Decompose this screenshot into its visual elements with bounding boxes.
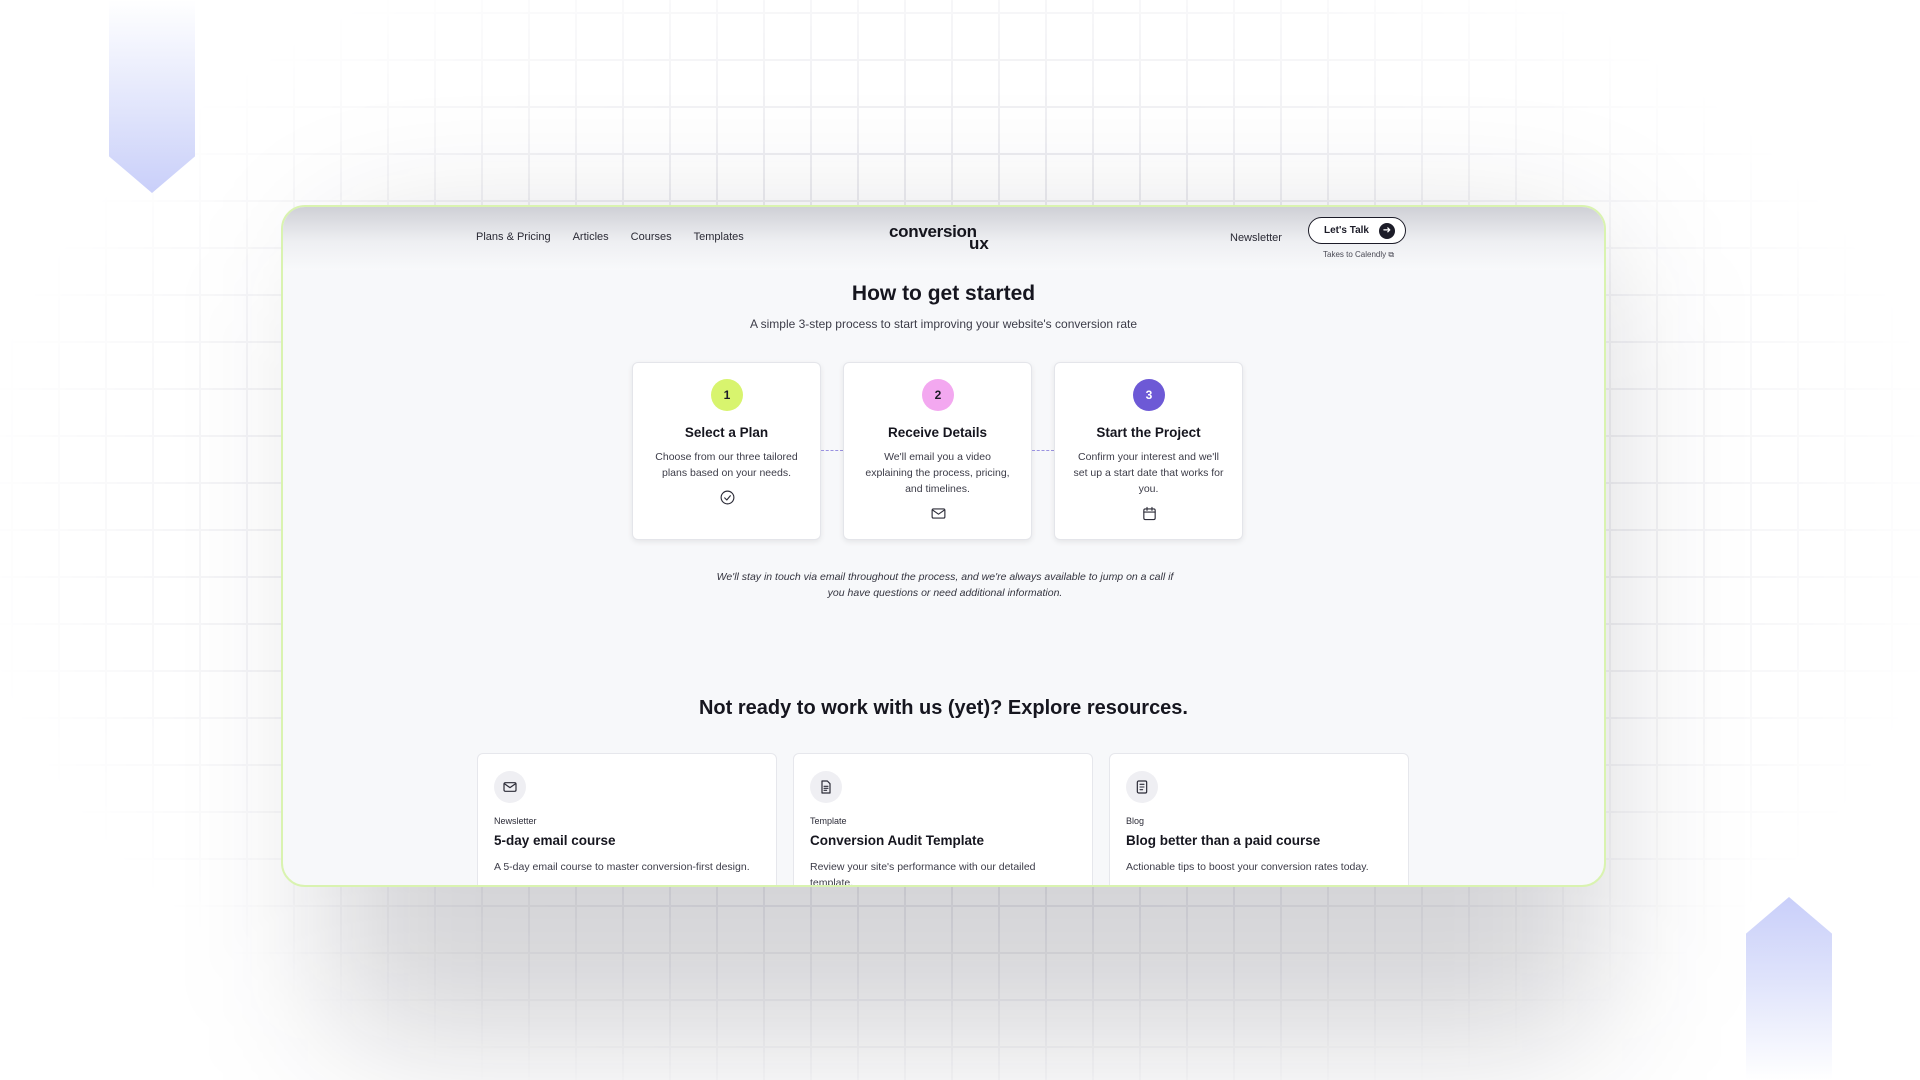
resource-card-newsletter[interactable]: Newsletter 5-day email course A 5-day em…	[477, 753, 777, 885]
step-description: We'll email you a video explaining the p…	[865, 451, 1010, 495]
resource-category: Blog	[1126, 816, 1145, 826]
lets-talk-label: Let's Talk	[1324, 225, 1369, 236]
resource-title: Blog better than a paid course	[1126, 833, 1321, 848]
calendly-note: Takes to Calendly ⧉	[1323, 250, 1395, 259]
section-title: How to get started	[851, 282, 1036, 305]
logo[interactable]: conversion ux	[889, 222, 999, 254]
resource-description: Review your site's performance with our …	[810, 861, 1036, 887]
nav-link-plans-pricing[interactable]: Plans & Pricing	[476, 231, 551, 243]
resource-card-blog[interactable]: Blog Blog better than a paid course Acti…	[1109, 753, 1409, 885]
section-subtitle: A simple 3-step process to start improvi…	[749, 317, 1138, 331]
resources-title: Not ready to work with us (yet)? Explore…	[698, 697, 1188, 719]
nav-link-templates[interactable]: Templates	[694, 231, 744, 243]
step-title: Receive Details	[887, 425, 988, 440]
resource-description: A 5-day email course to master conversio…	[494, 861, 750, 873]
logo-wordmark: conversion	[889, 222, 977, 241]
nav-link-newsletter[interactable]: Newsletter	[1230, 232, 1282, 244]
step-connector	[821, 450, 843, 451]
arrow-right-icon: ➜	[1379, 223, 1395, 239]
step-card-1: 1 Select a Plan Choose from our three ta…	[632, 362, 821, 540]
top-navigation: Plans & Pricing Articles Courses Templat…	[283, 207, 1604, 270]
step-number-badge: 1	[711, 379, 743, 411]
step-description: Choose from our three tailored plans bas…	[655, 451, 798, 479]
contact-note: We'll stay in touch via email throughout…	[716, 571, 1174, 599]
resource-title: Conversion Audit Template	[810, 833, 985, 848]
mail-icon	[931, 508, 946, 519]
step-card-2: 2 Receive Details We'll email you a vide…	[843, 362, 1032, 540]
resource-title: 5-day email course	[494, 833, 616, 848]
step-title: Select a Plan	[684, 425, 769, 440]
nav-link-courses[interactable]: Courses	[631, 231, 672, 243]
check-circle-icon	[720, 490, 735, 505]
step-number-badge: 3	[1133, 379, 1165, 411]
nav-link-articles[interactable]: Articles	[573, 231, 609, 243]
step-connector	[1032, 450, 1054, 451]
step-number-badge: 2	[922, 379, 954, 411]
resource-category: Newsletter	[494, 816, 537, 826]
logo-ux: ux	[969, 234, 989, 253]
step-description: Confirm your interest and we'll set up a…	[1073, 451, 1224, 495]
lets-talk-button[interactable]: Let's Talk ➜	[1308, 217, 1406, 244]
nav-links: Plans & Pricing Articles Courses Templat…	[476, 231, 744, 243]
resource-category: Template	[810, 816, 847, 826]
resource-description: Actionable tips to boost your conversion…	[1126, 861, 1369, 873]
mail-icon	[494, 771, 526, 803]
calendar-icon	[1143, 506, 1156, 521]
step-title: Start the Project	[1096, 425, 1201, 440]
document-icon	[810, 771, 842, 803]
browser-frame: Plans & Pricing Articles Courses Templat…	[281, 205, 1606, 887]
notebook-icon	[1126, 771, 1158, 803]
decorative-ribbon-bottom-right	[1746, 897, 1832, 1080]
resource-card-template[interactable]: Template Conversion Audit Template Revie…	[793, 753, 1093, 887]
decorative-ribbon-top-left	[109, 0, 195, 193]
step-card-3: 3 Start the Project Confirm your interes…	[1054, 362, 1243, 540]
